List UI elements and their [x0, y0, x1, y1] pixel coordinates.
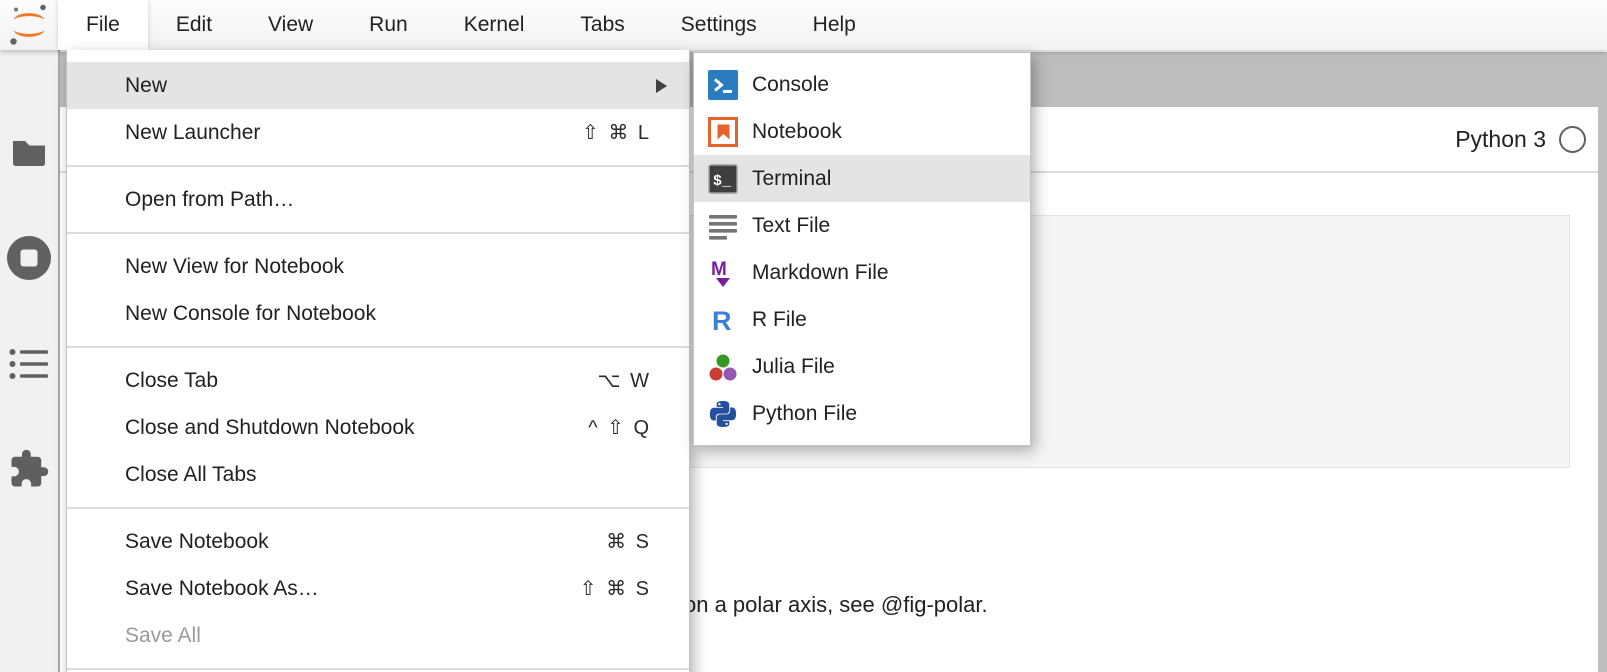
menu-separator [67, 507, 689, 509]
submenu-item-julia-file[interactable]: Julia File [694, 343, 1030, 390]
markdown-text: on a polar axis, see @fig-polar. [684, 592, 988, 618]
submenu-item-r-file[interactable]: R R File [694, 296, 1030, 343]
menu-item-save-notebook[interactable]: Save Notebook ⌘ S [67, 518, 689, 565]
submenu-arrow-icon [656, 79, 667, 93]
kernel-status-icon[interactable] [1559, 126, 1586, 153]
menubar-item-file[interactable]: File [58, 0, 148, 50]
kernel-name[interactable]: Python 3 [1455, 126, 1546, 153]
new-submenu: Console Notebook $_ Terminal Text File M [693, 52, 1031, 446]
svg-text:R: R [712, 306, 732, 335]
menubar-item-tabs[interactable]: Tabs [552, 0, 652, 50]
submenu-item-python-file[interactable]: Python File [694, 390, 1030, 437]
menu-separator [67, 668, 689, 670]
markdown-file-icon: M [708, 258, 738, 288]
menu-separator [67, 232, 689, 234]
menubar-item-help[interactable]: Help [785, 0, 884, 50]
menu-separator [67, 346, 689, 348]
submenu-item-markdown-file[interactable]: M Markdown File [694, 249, 1030, 296]
menu-item-open-from-path[interactable]: Open from Path… [67, 176, 689, 223]
submenu-item-terminal[interactable]: $_ Terminal [694, 155, 1030, 202]
menubar-item-view[interactable]: View [240, 0, 341, 50]
menu-item-close-and-shutdown-notebook[interactable]: Close and Shutdown Notebook ^ ⇧ Q [67, 404, 689, 451]
submenu-item-text-file[interactable]: Text File [694, 202, 1030, 249]
svg-text:$_: $_ [713, 173, 732, 190]
table-of-contents-icon[interactable] [9, 348, 49, 380]
left-sidebar [0, 50, 60, 672]
submenu-item-console[interactable]: Console [694, 61, 1030, 108]
menu-item-save-all: Save All [67, 612, 689, 659]
menubar-item-edit[interactable]: Edit [148, 0, 240, 50]
menu-item-new-view-for-notebook[interactable]: New View for Notebook [67, 243, 689, 290]
file-menu: New New Launcher ⇧ ⌘ L Open from Path… N… [66, 50, 690, 672]
running-sessions-icon[interactable] [6, 235, 52, 281]
python-file-icon [708, 399, 738, 429]
menubar: File Edit View Run Kernel Tabs Settings … [0, 0, 1607, 50]
r-file-icon: R [708, 305, 738, 335]
menubar-item-settings[interactable]: Settings [653, 0, 785, 50]
text-file-icon [708, 211, 738, 241]
menubar-item-kernel[interactable]: Kernel [436, 0, 553, 50]
dock-right-edge [1598, 52, 1607, 672]
menu-item-new-launcher[interactable]: New Launcher ⇧ ⌘ L [67, 109, 689, 156]
menu-item-save-notebook-as[interactable]: Save Notebook As… ⇧ ⌘ S [67, 565, 689, 612]
menu-item-new-console-for-notebook[interactable]: New Console for Notebook [67, 290, 689, 337]
menu-item-new[interactable]: New [67, 62, 689, 109]
terminal-icon: $_ [708, 164, 738, 194]
menu-item-close-tab[interactable]: Close Tab ⌥ W [67, 357, 689, 404]
console-icon [708, 70, 738, 100]
extension-manager-icon[interactable] [8, 448, 50, 490]
jupyter-logo [7, 3, 51, 47]
menubar-item-run[interactable]: Run [341, 0, 436, 50]
folder-icon[interactable] [11, 138, 47, 168]
julia-file-icon [708, 352, 738, 382]
svg-text:M: M [711, 259, 727, 280]
notebook-icon [708, 117, 738, 147]
submenu-item-notebook[interactable]: Notebook [694, 108, 1030, 155]
menu-separator [67, 165, 689, 167]
menu-item-close-all-tabs[interactable]: Close All Tabs [67, 451, 689, 498]
